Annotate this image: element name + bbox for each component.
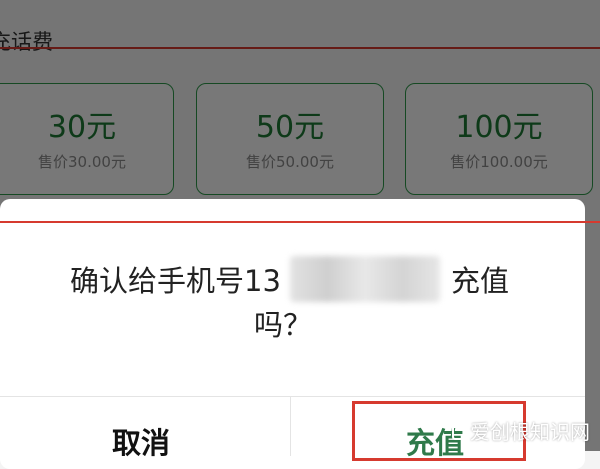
option-amount: 100元: [455, 110, 543, 145]
watermark-icon: [452, 421, 466, 440]
dialog-message-line2: 吗？: [254, 308, 313, 342]
section-title: 充话费: [0, 30, 53, 54]
recharge-option-100[interactable]: 100元 售价100.00元: [405, 83, 593, 195]
blurred-phone-number: [290, 256, 440, 302]
recharge-option-30[interactable]: 30元 售价30.00元: [0, 83, 174, 195]
annotation-line: [0, 47, 600, 49]
recharge-option-50[interactable]: 50元 售价50.00元: [196, 83, 384, 195]
watermark-text: 爱创根知识网: [470, 420, 590, 444]
dialog-message-prefix: 确认给手机号13: [70, 264, 281, 298]
annotation-line: [0, 221, 600, 223]
option-amount: 30元: [47, 110, 117, 145]
button-divider: [0, 396, 585, 397]
option-price: 售价50.00元: [246, 153, 334, 171]
watermark: 爱创根知识网: [452, 416, 590, 445]
option-price: 售价100.00元: [450, 153, 548, 171]
dialog-message-suffix: 充值: [451, 264, 510, 298]
option-price: 售价30.00元: [38, 153, 126, 171]
option-amount: 50元: [255, 110, 325, 145]
button-divider: [290, 396, 291, 456]
cancel-button[interactable]: 取消: [112, 420, 170, 462]
